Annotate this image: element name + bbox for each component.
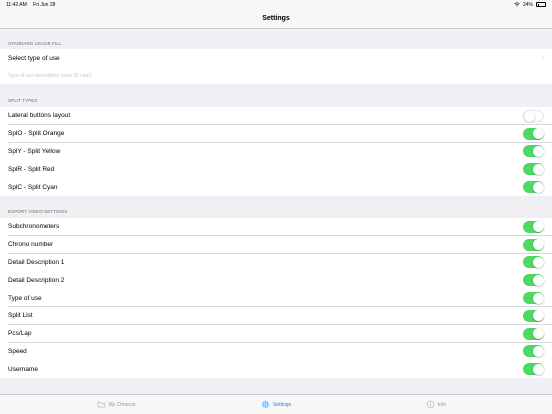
status-time: 11:42 AM (6, 1, 27, 8)
split-row: Lateral buttons layout (0, 107, 552, 125)
export-row-label: Type of use (8, 294, 42, 302)
toggle-switch[interactable] (523, 163, 544, 176)
toggle-switch[interactable] (523, 345, 544, 358)
folder-icon (97, 402, 105, 408)
export-row: Subchronometers (0, 218, 552, 236)
export-row: Detail Description 2 (0, 271, 552, 290)
tab-label: My Chronos (108, 401, 136, 408)
split-row: SplC - Split Cyan (0, 178, 552, 196)
section-header-export: EXPORT VIDEO SETTINGS (8, 209, 68, 214)
export-row: Split List (0, 307, 552, 325)
toggle-switch[interactable] (523, 127, 544, 140)
toggle-switch[interactable] (523, 181, 544, 194)
toggle-knob (532, 345, 544, 357)
export-row: Speed (0, 342, 552, 361)
export-row-label: Detail Description 2 (8, 276, 65, 284)
export-row-label: Username (8, 365, 38, 373)
toggle-knob (532, 310, 544, 322)
gear-icon (261, 400, 270, 409)
description-input[interactable]: Type of use description (max 30 char) (8, 73, 92, 79)
export-row-label: Pcs/Lap (8, 330, 32, 338)
toggle-switch[interactable] (523, 109, 544, 122)
tab-my-chronos[interactable]: My Chronos (36, 400, 196, 409)
toggle-knob (532, 274, 544, 286)
page-title: Settings (262, 15, 290, 22)
wifi-icon (514, 2, 520, 7)
battery-percent: 24% (522, 1, 533, 8)
toggle-knob (532, 256, 544, 268)
status-bar: 11:42 AM Fri Jun 28 24% (0, 0, 552, 9)
export-row: Type of use (0, 289, 552, 307)
navigation-bar: Settings (0, 9, 552, 29)
section-header-split: SPLIT TYPES (8, 98, 38, 103)
select-type-of-use-label: Select type of use (8, 54, 60, 62)
toggle-knob (532, 363, 544, 375)
toggle-switch[interactable] (523, 238, 544, 251)
export-row: Username (0, 360, 552, 379)
tab-label: Settings (272, 401, 292, 408)
toggle-knob (532, 163, 544, 175)
export-row: Detail Description 1 (0, 253, 552, 272)
toggle-knob (532, 221, 544, 233)
toggle-switch[interactable] (523, 292, 544, 305)
toggle-knob (532, 145, 544, 157)
export-row-label: Split List (8, 312, 33, 320)
toggle-knob (524, 110, 535, 122)
split-row-label: Lateral buttons layout (8, 112, 71, 120)
tab-info[interactable]: Info (356, 400, 516, 409)
toggle-switch[interactable] (523, 327, 544, 340)
battery-level (537, 3, 540, 6)
chevron-right-icon: › (541, 54, 544, 62)
toggle-switch[interactable] (523, 220, 544, 233)
tab-settings[interactable]: Settings (196, 400, 356, 409)
toggle-switch[interactable] (523, 145, 544, 158)
split-row: SplY - Split Yellow (0, 142, 552, 161)
toggle-knob (532, 181, 544, 193)
toggle-knob (532, 128, 544, 140)
split-row-label: SplO - Split Orange (8, 130, 65, 138)
toggle-knob (532, 239, 544, 251)
split-row-label: SplR - Split Red (8, 165, 55, 173)
toggle-switch[interactable] (523, 256, 544, 269)
export-row-label: Chrono number (8, 241, 54, 249)
toggle-knob (532, 328, 544, 340)
export-row: Pcs/Lap (0, 324, 552, 343)
toggle-knob (532, 292, 544, 304)
split-row-label: SplY - Split Yellow (8, 147, 61, 155)
section-header-usage: STANDARD USAGE FILL (8, 41, 62, 46)
status-date: Fri Jun 28 (33, 1, 56, 8)
export-row-label: Detail Description 1 (8, 258, 65, 266)
status-left: 11:42 AM Fri Jun 28 (6, 2, 60, 8)
export-row: Chrono number (0, 235, 552, 254)
split-row-label: SplC - Split Cyan (8, 183, 58, 191)
info-icon (426, 400, 435, 409)
tab-label: Info (437, 401, 447, 408)
toggle-switch[interactable] (523, 274, 544, 287)
status-right: 24% (514, 2, 546, 8)
export-row-label: Subchronometers (8, 223, 60, 231)
battery-icon (536, 2, 546, 7)
select-type-of-use-row[interactable]: Select type of use › (0, 49, 552, 67)
tab-bar: My Chronos Settings Info (0, 394, 552, 414)
description-field-row[interactable]: Type of use description (max 30 char) (0, 67, 552, 84)
toggle-switch[interactable] (523, 309, 544, 322)
split-row: SplR - Split Red (0, 160, 552, 179)
export-row-label: Speed (8, 347, 27, 355)
toggle-switch[interactable] (523, 363, 544, 376)
split-row: SplO - Split Orange (0, 124, 552, 143)
